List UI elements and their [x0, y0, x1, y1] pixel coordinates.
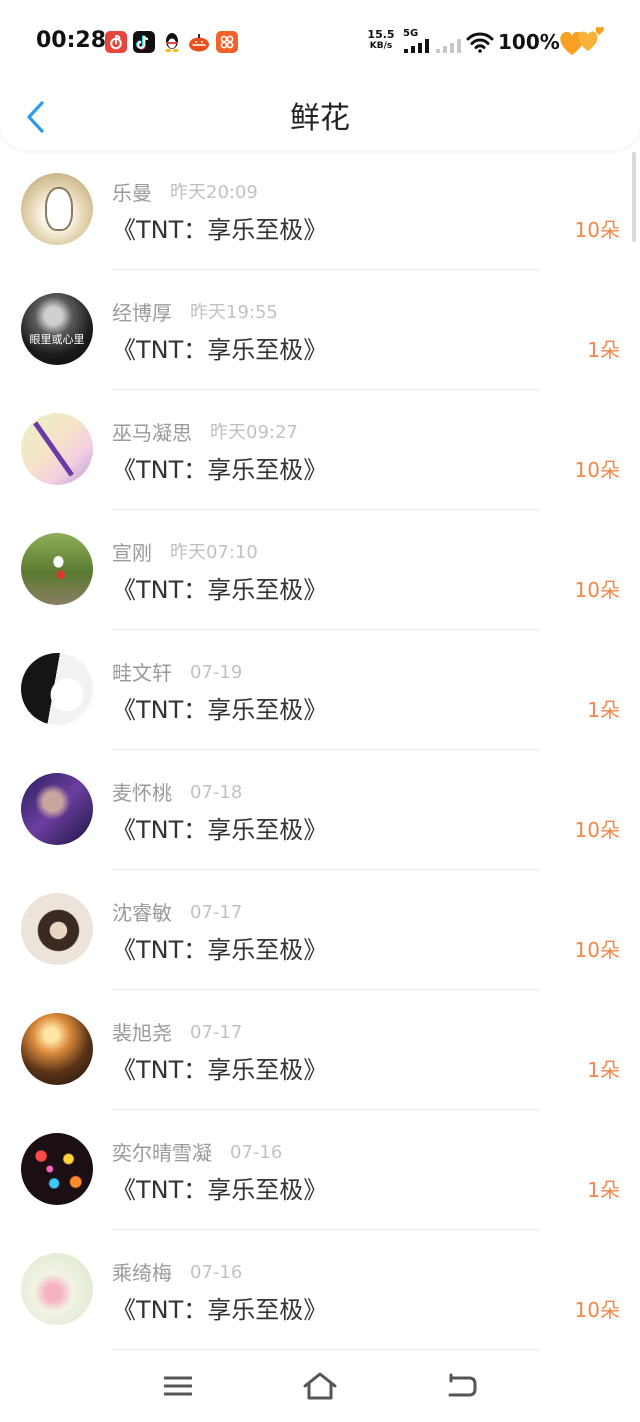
work-title: 《TNT：享乐至极》 — [112, 696, 328, 724]
sender-name[interactable]: 畦文轩 — [112, 661, 172, 685]
send-time: 07-16 — [190, 1262, 243, 1283]
item-meta: 乘绮梅 07-16 — [112, 1261, 242, 1285]
sender-name[interactable]: 麦怀桃 — [112, 781, 172, 805]
list-item[interactable]: 眼里或心里 经博厚 昨天19:55 《TNT：享乐至极》 1朵 — [0, 270, 640, 390]
flower-count: 10朵 — [574, 938, 620, 962]
avatar[interactable] — [21, 413, 93, 485]
list-item[interactable]: 畦文轩 07-19 《TNT：享乐至极》 1朵 — [0, 630, 640, 750]
work-title: 《TNT：享乐至极》 — [112, 1296, 328, 1324]
back-icon — [448, 1373, 477, 1397]
item-meta: 麦怀桃 07-18 — [112, 781, 242, 805]
sender-name[interactable]: 沈睿敏 — [112, 901, 172, 925]
menu-icon — [164, 1376, 192, 1396]
avatar[interactable] — [21, 173, 93, 245]
battery-percent: 100% — [498, 30, 560, 54]
avatar[interactable] — [21, 533, 93, 605]
flower-count: 1朵 — [587, 338, 620, 362]
menu-button[interactable] — [156, 1364, 200, 1408]
sender-name[interactable]: 巫马凝思 — [112, 421, 192, 445]
avatar[interactable] — [21, 653, 93, 725]
flower-count: 10朵 — [574, 218, 620, 242]
heart-battery-icon — [560, 26, 604, 55]
netease-music-icon — [105, 31, 127, 53]
send-time: 07-19 — [190, 662, 243, 683]
work-title: 《TNT：享乐至极》 — [112, 216, 328, 244]
avatar[interactable] — [21, 1253, 93, 1325]
system-nav-bar — [0, 1350, 640, 1422]
send-time: 07-18 — [190, 782, 243, 803]
item-meta: 乐曼 昨天20:09 — [112, 181, 258, 205]
list-item[interactable]: 麦怀桃 07-18 《TNT：享乐至极》 10朵 — [0, 750, 640, 870]
item-meta: 经博厚 昨天19:55 — [112, 301, 278, 325]
send-time: 07-17 — [190, 1022, 243, 1043]
list-item[interactable]: 乘绮梅 07-16 《TNT：享乐至极》 10朵 — [0, 1230, 640, 1350]
scrollbar[interactable] — [632, 152, 636, 242]
flower-count: 1朵 — [587, 698, 620, 722]
taobao-icon — [189, 34, 209, 52]
sender-name[interactable]: 乐曼 — [112, 181, 152, 205]
flower-count: 1朵 — [587, 1058, 620, 1082]
network-type: 5G — [403, 28, 419, 39]
send-time: 07-16 — [230, 1142, 283, 1163]
work-title: 《TNT：享乐至极》 — [112, 336, 328, 364]
list-item[interactable]: 巫马凝思 昨天09:27 《TNT：享乐至极》 10朵 — [0, 390, 640, 510]
avatar-caption: 眼里或心里 — [29, 333, 85, 346]
avatar[interactable] — [21, 1133, 93, 1205]
send-time: 07-17 — [190, 902, 243, 923]
signal-bars-empty-icon — [436, 39, 461, 53]
work-title: 《TNT：享乐至极》 — [112, 1176, 328, 1204]
tiktok-icon — [133, 31, 155, 53]
signal-bars-icon — [404, 39, 429, 53]
flower-count: 10朵 — [574, 578, 620, 602]
page-title: 鲜花 — [290, 101, 350, 136]
avatar[interactable] — [21, 773, 93, 845]
network-speed: 15.5 KB/s — [366, 29, 396, 52]
network-speed-value: 15.5 — [367, 28, 395, 41]
work-title: 《TNT：享乐至极》 — [112, 1056, 328, 1084]
flower-list: 乐曼 昨天20:09 《TNT：享乐至极》 10朵 眼里或心里 经博厚 昨天19… — [0, 150, 640, 1350]
sender-name[interactable]: 裴旭尧 — [112, 1021, 172, 1045]
send-time: 昨天19:55 — [190, 302, 278, 323]
list-item[interactable]: 乐曼 昨天20:09 《TNT：享乐至极》 10朵 — [0, 150, 640, 270]
send-time: 昨天09:27 — [210, 422, 298, 443]
network-speed-unit: KB/s — [369, 41, 393, 51]
work-title: 《TNT：享乐至极》 — [112, 456, 328, 484]
flower-count: 1朵 — [587, 1178, 620, 1202]
send-time: 昨天07:10 — [170, 542, 258, 563]
list-item[interactable]: 宣刚 昨天07:10 《TNT：享乐至极》 10朵 — [0, 510, 640, 630]
status-time: 00:28 — [36, 28, 107, 53]
item-meta: 沈睿敏 07-17 — [112, 901, 242, 925]
back-nav-button[interactable] — [440, 1364, 484, 1408]
item-meta: 畦文轩 07-19 — [112, 661, 242, 685]
work-title: 《TNT：享乐至极》 — [112, 936, 328, 964]
item-meta: 裴旭尧 07-17 — [112, 1021, 242, 1045]
home-button[interactable] — [298, 1364, 342, 1408]
sender-name[interactable]: 奕尔晴雪凝 — [112, 1141, 212, 1165]
item-meta: 巫马凝思 昨天09:27 — [112, 421, 298, 445]
list-item[interactable]: 沈睿敏 07-17 《TNT：享乐至极》 10朵 — [0, 870, 640, 990]
work-title: 《TNT：享乐至极》 — [112, 816, 328, 844]
app-grid-icon — [216, 31, 238, 53]
list-item[interactable]: 裴旭尧 07-17 《TNT：享乐至极》 1朵 — [0, 990, 640, 1110]
work-title: 《TNT：享乐至极》 — [112, 576, 328, 604]
home-icon — [303, 1372, 337, 1400]
list-item[interactable]: 奕尔晴雪凝 07-16 《TNT：享乐至极》 1朵 — [0, 1110, 640, 1230]
qq-penguin-icon — [165, 33, 179, 52]
flower-count: 10朵 — [574, 1298, 620, 1322]
item-meta: 奕尔晴雪凝 07-16 — [112, 1141, 282, 1165]
avatar[interactable]: 眼里或心里 — [21, 293, 93, 365]
sender-name[interactable]: 经博厚 — [112, 301, 172, 325]
wifi-icon — [466, 32, 494, 53]
avatar[interactable] — [21, 893, 93, 965]
avatar[interactable] — [21, 1013, 93, 1085]
flower-count: 10朵 — [574, 458, 620, 482]
flower-count: 10朵 — [574, 818, 620, 842]
sender-name[interactable]: 宣刚 — [112, 541, 152, 565]
sender-name[interactable]: 乘绮梅 — [112, 1261, 172, 1285]
item-meta: 宣刚 昨天07:10 — [112, 541, 258, 565]
top-bar: 00:28 15.5 KB/s 5G 100% 鲜花 — [0, 0, 640, 150]
send-time: 昨天20:09 — [170, 182, 258, 203]
